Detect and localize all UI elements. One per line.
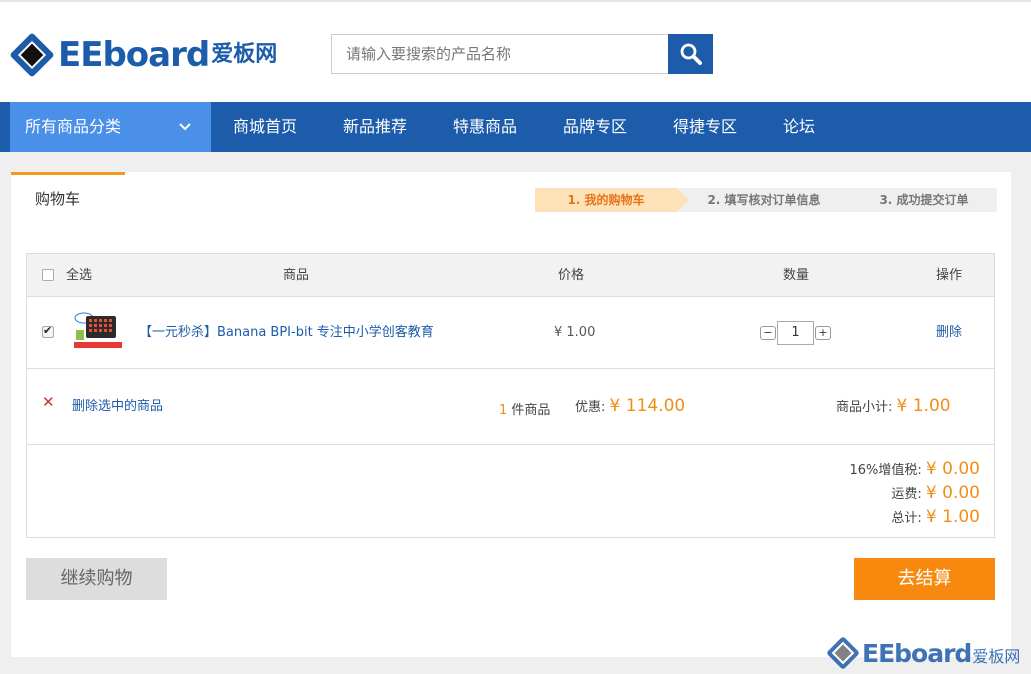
item-count: 1 件商品 xyxy=(499,399,550,418)
table-row: 【一元秒杀】Banana BPI-bit 专注中小学创客教育 ¥ 1.00 − … xyxy=(27,297,994,369)
step-submit-order: 3. 成功提交订单 xyxy=(839,188,997,212)
search-bar xyxy=(331,34,713,74)
shipping-line: 运费: ¥ 0.00 xyxy=(850,481,980,505)
select-all-checkbox[interactable] xyxy=(42,269,54,281)
nav-item-new[interactable]: 新品推荐 xyxy=(343,102,407,152)
chevron-down-icon xyxy=(179,102,191,172)
product-name-link[interactable]: 【一元秒杀】Banana BPI-bit 专注中小学创客教育 xyxy=(139,297,434,369)
cart-summary: ✕ 删除选中的商品 1 件商品 优惠: ¥ 114.00 商品小计: ¥ 1.0… xyxy=(27,369,994,445)
close-icon[interactable]: ✕ xyxy=(42,393,55,411)
logo-cn-text: 爱板网 xyxy=(211,42,278,67)
quantity-stepper: − 1 + xyxy=(760,321,831,345)
site-logo[interactable]: EEboard 爱板网 xyxy=(9,30,278,80)
nav-item-digikey[interactable]: 得捷专区 xyxy=(673,102,737,152)
logo-text: EEboard xyxy=(58,35,210,75)
tax-value: ¥ 0.00 xyxy=(925,459,980,479)
subtotal-value: ¥ 1.00 xyxy=(896,396,951,416)
all-categories-label: 所有商品分类 xyxy=(25,117,122,136)
header-quantity: 数量 xyxy=(783,268,810,283)
total-label: 总计: xyxy=(891,511,922,526)
discount-label: 优惠: xyxy=(575,400,606,415)
logo-diamond-icon xyxy=(9,32,55,78)
subtotal-label: 商品小计: xyxy=(836,400,893,415)
watermark-text: EEboard xyxy=(862,638,972,668)
search-input[interactable] xyxy=(331,34,668,74)
item-price: ¥ 1.00 xyxy=(554,325,596,340)
cart-panel: 购物车 1. 我的购物车 2. 填写核对订单信息 3. 成功提交订单 全选 商品… xyxy=(11,172,1011,657)
discount: 优惠: ¥ 114.00 xyxy=(575,396,685,416)
subtotal: 商品小计: ¥ 1.00 xyxy=(836,396,951,416)
delete-item-link[interactable]: 删除 xyxy=(936,297,962,369)
site-header: EEboard 爱板网 xyxy=(0,0,1031,102)
discount-value: ¥ 114.00 xyxy=(609,396,686,416)
header-price: 价格 xyxy=(558,268,585,283)
search-button[interactable] xyxy=(668,34,713,74)
product-thumbnail[interactable] xyxy=(72,310,124,350)
watermark-logo-icon xyxy=(826,636,860,670)
item-count-suffix: 件商品 xyxy=(511,403,551,418)
quantity-increase-button[interactable]: + xyxy=(815,326,831,340)
tax-label: 16%增值税: xyxy=(849,463,922,478)
watermark-cn: 爱板网 xyxy=(972,647,1021,666)
header-action: 操作 xyxy=(936,268,963,283)
item-count-number: 1 xyxy=(499,403,508,418)
nav-item-forum[interactable]: 论坛 xyxy=(783,102,815,152)
step-my-cart: 1. 我的购物车 xyxy=(535,188,689,212)
item-checkbox[interactable] xyxy=(42,324,54,338)
delete-selected-link[interactable]: 删除选中的商品 xyxy=(72,395,163,414)
shipping-value: ¥ 0.00 xyxy=(925,483,980,503)
main-nav: 所有商品分类 商城首页 新品推荐 特惠商品 品牌专区 得捷专区 论坛 xyxy=(0,102,1031,152)
continue-shopping-button[interactable]: 继续购物 xyxy=(26,558,167,600)
checkout-steps: 1. 我的购物车 2. 填写核对订单信息 3. 成功提交订单 xyxy=(535,188,997,212)
header-product: 商品 xyxy=(283,268,310,283)
nav-item-deals[interactable]: 特惠商品 xyxy=(453,102,517,152)
total-line: 总计: ¥ 1.00 xyxy=(850,505,980,529)
quantity-input[interactable]: 1 xyxy=(777,321,814,345)
tax-line: 16%增值税: ¥ 0.00 xyxy=(850,457,981,481)
table-header: 全选 商品 价格 数量 操作 xyxy=(27,254,994,297)
cart-table: 全选 商品 价格 数量 操作 ✔ 【一元秒杀】Banana BPI-bit 专注… xyxy=(26,253,995,538)
step-fill-order: 2. 填写核对订单信息 xyxy=(677,188,851,212)
select-all-label: 全选 xyxy=(66,268,93,283)
shipping-label: 运费: xyxy=(891,487,922,502)
nav-item-brands[interactable]: 品牌专区 xyxy=(563,102,627,152)
watermark: EEboard 爱板网 xyxy=(826,636,1020,670)
nav-item-home[interactable]: 商城首页 xyxy=(233,102,297,152)
order-totals: 16%增值税: ¥ 0.00 运费: ¥ 0.00 总计: ¥ 1.00 xyxy=(850,457,981,529)
all-categories-dropdown[interactable]: 所有商品分类 xyxy=(10,102,211,152)
quantity-decrease-button[interactable]: − xyxy=(760,326,776,340)
checkout-button[interactable]: 去结算 xyxy=(854,558,995,600)
total-value: ¥ 1.00 xyxy=(925,507,980,527)
search-icon xyxy=(680,43,702,65)
cart-tab: 购物车 xyxy=(11,172,125,220)
